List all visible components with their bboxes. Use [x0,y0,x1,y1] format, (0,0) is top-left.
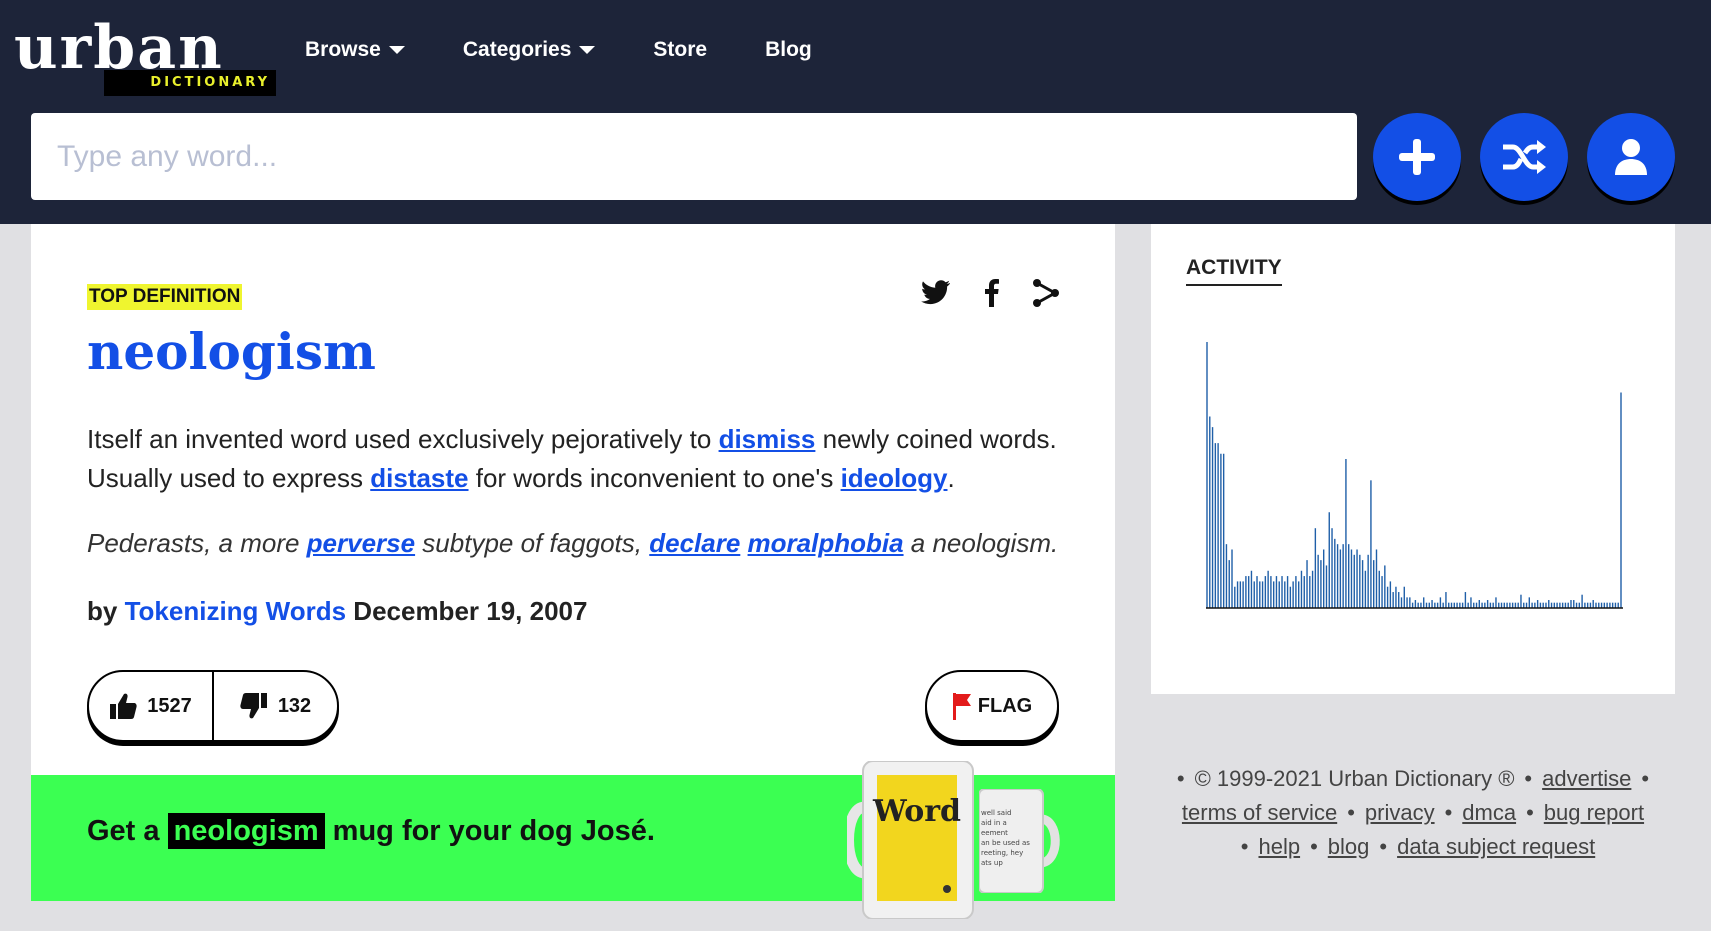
definition-meaning: Itself an invented word used exclusively… [87,420,1067,498]
facebook-icon [985,279,999,307]
nav-categories-label: Categories [462,38,572,61]
mug-back-image: well said aid in a eement an be used as … [979,789,1060,893]
nav-store-label: Store [653,38,708,61]
example-text: a neologism. [903,528,1059,558]
downvote-button[interactable]: 132 [212,672,337,740]
user-icon [1615,139,1647,175]
site-logo[interactable]: urban DICTIONARY [14,10,276,96]
downvote-count: 132 [277,694,312,717]
definition-word[interactable]: neologism [87,322,376,381]
nav-browse-label: Browse [305,38,381,61]
add-definition-button[interactable] [1373,113,1461,201]
footer-line-1: • © 1999-2021 Urban Dictionary ® • advertis… [1176,766,1650,791]
mug-front-word: Word [872,794,961,829]
twitter-icon [921,280,950,305]
footer-link-data-request[interactable]: data subject request [1397,834,1595,859]
meaning-text: . [947,463,955,493]
nav-blog[interactable]: Blog [765,38,812,62]
definition-card: TOP DEFINITION neologism Itself an inven… [31,224,1115,919]
word-link-declare[interactable]: declare [649,528,740,558]
footer-link-help[interactable]: help [1258,834,1300,859]
footer-link-dmca[interactable]: dmca [1462,800,1516,825]
logo-subtitle: DICTIONARY [104,70,276,96]
mug-promo-post: mug for your dog José. [324,815,655,847]
footer-line-3: • help • blog • data subject request [1240,834,1596,859]
mug-promo-banner[interactable]: Get a neologism mug for your dog José. w… [31,761,1115,919]
example-text: Pederasts, a more [87,528,307,558]
activity-panel: ACTIVITY 2012 2021 [1151,224,1675,694]
chevron-down-icon [388,46,405,54]
twitter-share-button[interactable] [919,276,953,310]
meaning-text: Itself an invented word used exclusively… [87,424,719,454]
mug-front-image: Word [847,761,974,919]
vote-buttons: 1527 132 [87,670,339,742]
flag-icon [952,693,971,720]
activity-title: ACTIVITY [1186,256,1282,286]
shuffle-icon [1503,140,1546,174]
mug-promo-word: neologism [167,813,325,849]
definition-date: December 19, 2007 [346,596,588,626]
random-word-button[interactable] [1480,113,1568,201]
site-header: urban DICTIONARY Browse Categories Store… [0,0,1711,224]
plus-icon [1399,139,1435,175]
thumbs-down-icon [240,693,267,719]
word-link-ideology[interactable]: ideology [841,463,948,493]
share-icon [1033,279,1059,307]
example-text: subtype of faggots, [415,528,650,558]
copyright-text: © 1999-2021 Urban Dictionary ® [1194,766,1515,791]
footer-link-advertise[interactable]: advertise [1542,766,1631,791]
footer-link-terms[interactable]: terms of service [1182,800,1337,825]
word-link-distaste[interactable]: distaste [370,463,468,493]
flag-label: FLAG [977,694,1033,717]
main-nav: Browse Categories Store Blog [305,38,812,62]
top-definition-badge: TOP DEFINITION [87,284,243,310]
site-footer: • © 1999-2021 Urban Dictionary ® • advertis… [1151,762,1675,864]
by-label: by [87,596,125,626]
definition-example: Pederasts, a more perverse subtype of fa… [87,528,1067,559]
upvote-button[interactable]: 1527 [89,672,212,740]
contributor-line: by Tokenizing Words December 19, 2007 [87,596,587,627]
activity-chart: 2012 2021 [1206,342,1623,609]
footer-link-privacy[interactable]: privacy [1365,800,1435,825]
footer-link-bug-report[interactable]: bug report [1544,800,1644,825]
mug-promo-text[interactable]: Get a neologism mug for your dog José. [87,813,655,849]
example-text [740,528,747,558]
account-button[interactable] [1587,113,1675,201]
chevron-down-icon [579,46,596,54]
search-input[interactable] [31,113,1357,200]
facebook-share-button[interactable] [975,276,1009,310]
flag-button[interactable]: FLAG [925,670,1059,742]
nav-categories[interactable]: Categories [463,38,596,62]
word-link-dismiss[interactable]: dismiss [719,424,816,454]
nav-store[interactable]: Store [653,38,707,62]
author-link[interactable]: Tokenizing Words [125,596,346,626]
upvote-count: 1527 [147,694,192,717]
nav-blog-label: Blog [765,38,812,61]
word-link-perverse[interactable]: perverse [307,528,415,558]
mug-promo-pre: Get a [87,815,168,847]
nav-browse[interactable]: Browse [305,38,405,62]
word-link-moralphobia[interactable]: moralphobia [748,528,904,558]
activity-bars [1206,342,1622,608]
meaning-text: for words inconvenient to one's [468,463,841,493]
footer-line-2: terms of service • privacy • dmca • bug report [1181,800,1645,825]
footer-link-blog[interactable]: blog [1328,834,1370,859]
share-button[interactable] [1029,276,1063,310]
thumbs-up-icon [110,693,137,719]
